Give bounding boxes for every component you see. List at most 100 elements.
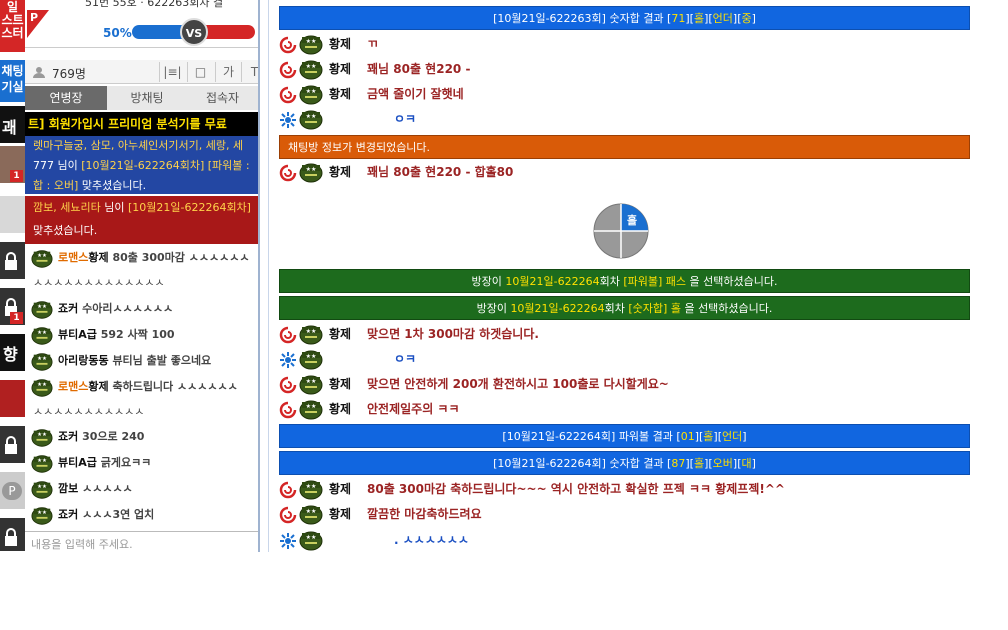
soldier-avatar-icon[interactable]: ★★ <box>31 427 53 447</box>
chat-message: ★★ 황제 깔끔한 마감축하드려요 <box>279 502 969 526</box>
red-rank-icon <box>279 376 297 394</box>
room-thumb[interactable]: 괘 <box>0 106 25 144</box>
message-nick[interactable]: 황제 <box>329 325 351 342</box>
p-flag: P <box>27 10 49 38</box>
bar-value: [파워볼] 패스 <box>623 275 687 288</box>
message-nick[interactable]: 뷰티A급 592 사짝 100 <box>58 322 175 348</box>
left-chat-message: ★★ 뷰티A급 592 사짝 100 <box>25 322 258 348</box>
soldier-avatar-icon[interactable]: ★★ <box>31 325 53 345</box>
message-text: ㅅㅅㅅㅅㅅㅅㅅㅅㅅㅅㅅㅅㅅ <box>33 276 165 289</box>
svg-text:★★: ★★ <box>306 483 317 490</box>
vs-bar: 51번 55호 · 622263회차 결 P 50% VS <box>25 0 258 48</box>
message-nick[interactable]: 황제 <box>329 400 351 417</box>
soldier-avatar-icon[interactable]: ★★ <box>299 478 323 500</box>
chat-message: ★★ 황제 ㄲ <box>279 32 969 56</box>
message-text: ㅅㅅㅅㅅㅅ <box>78 482 133 495</box>
thumb-glyph: P <box>2 482 22 500</box>
bar-value: 홀 <box>703 430 714 443</box>
left-chat-message: ★★ 로맨스황제 축하드립니다 ㅅㅅㅅㅅㅅㅅ <box>25 374 258 400</box>
soldier-avatar-icon[interactable]: ★★ <box>299 33 323 55</box>
host-select-bar-powerball: 방장이 10월21일-622264회차 [파워볼] 패스 을 선택하셨습니다. <box>279 269 970 293</box>
soldier-avatar-icon[interactable]: ★★ <box>299 373 323 395</box>
left-chat-message: ★★ 죠커 ㅅㅅㅅ3연 업치 <box>25 502 258 528</box>
vs-percent: 50% <box>103 26 132 40</box>
message-nick[interactable]: 황제 <box>329 505 351 522</box>
soldier-avatar-icon[interactable]: ★★ <box>299 83 323 105</box>
message-nick[interactable]: 죠커 30으로 240 <box>58 424 144 450</box>
text-tool-button[interactable]: T <box>241 62 258 82</box>
soldier-avatar-icon[interactable]: ★★ <box>31 505 53 525</box>
room-thumb[interactable]: 향 <box>0 334 25 372</box>
message-nick[interactable]: 아리랑동동 뷰티님 출발 좋으네요 <box>58 348 211 374</box>
message-nick[interactable]: 죠커 ㅅㅅㅅ3연 업치 <box>58 502 154 528</box>
room-thumb[interactable]: 1 <box>0 146 25 184</box>
soldier-avatar-icon[interactable]: ★★ <box>299 58 323 80</box>
message-nick[interactable]: 로맨스황제 80출 300마감 ㅅㅅㅅㅅㅅㅅ <box>58 245 249 271</box>
message-nick[interactable]: 황제 <box>329 375 351 392</box>
soldier-avatar-icon[interactable]: ★★ <box>299 348 323 370</box>
message-nick[interactable]: 황제 <box>329 163 351 180</box>
winners-round: [10월21일-622264회차] [파워볼 : <box>81 159 250 172</box>
message-nick[interactable]: 황제 <box>329 85 351 102</box>
tab-barracks[interactable]: 연병장 <box>25 86 107 110</box>
message-text: . ㅅㅅㅅㅅㅅㅅ <box>394 533 469 547</box>
left-chat-message: ★★ 깜보 ㅅㅅㅅㅅㅅ <box>25 476 258 502</box>
soldier-avatar-icon[interactable]: ★★ <box>31 299 53 319</box>
room-thumb[interactable] <box>0 426 25 464</box>
room-thumb[interactable] <box>0 518 25 552</box>
chat-input[interactable]: 내용을 입력해 주세요. <box>25 531 258 552</box>
message-nick[interactable]: 로맨스황제 축하드립니다 ㅅㅅㅅㅅㅅㅅ <box>58 374 238 400</box>
strip-chat-label[interactable]: 채팅 기실 <box>0 60 25 102</box>
room-thumb[interactable] <box>0 380 25 418</box>
room-thumb[interactable]: 1 <box>0 288 25 326</box>
message-text: 안전제일주의 ㅋㅋ <box>367 402 460 416</box>
list-tool-button[interactable]: |≡|○ <box>159 62 185 99</box>
soldier-avatar-icon[interactable]: ★★ <box>31 479 53 499</box>
tab-users[interactable]: 접속자 <box>187 86 258 110</box>
soldier-avatar-icon[interactable]: ★★ <box>299 529 323 551</box>
thumb-badge: 1 <box>10 312 23 324</box>
message-text: 축하드립니다 ㅅㅅㅅㅅㅅㅅ <box>108 380 238 393</box>
message-nick[interactable]: 황제 <box>329 480 351 497</box>
soldier-avatar-icon[interactable]: ★★ <box>299 323 323 345</box>
chat-message: ★★ 황제 80출 300마감 축하드립니다~~~ 역시 안전하고 확실한 프젝 ㅋ… <box>279 477 969 501</box>
bar-text: ][ <box>685 457 694 470</box>
message-nick[interactable]: 뷰티A급 긁게요ㅋㅋ <box>58 450 151 476</box>
bar-text: ][ <box>732 12 742 25</box>
soldier-avatar-icon[interactable]: ★★ <box>299 108 323 130</box>
soldier-avatar-icon[interactable]: ★★ <box>31 453 53 473</box>
result-pie-icon: 홀 <box>593 203 649 259</box>
strip-top-label[interactable]: 일 스트 스터 <box>0 0 25 52</box>
room-thumb[interactable]: P <box>0 472 25 510</box>
message-text: 뷰티님 출발 좋으네요 <box>108 354 212 367</box>
winners-result: 합 : 오버] <box>33 179 79 192</box>
soldier-avatar-icon[interactable]: ★★ <box>31 351 53 371</box>
soldier-avatar-icon[interactable]: ★★ <box>299 398 323 420</box>
soldier-avatar-icon[interactable]: ★★ <box>31 248 53 268</box>
window-tool-button[interactable]: □ <box>187 62 213 82</box>
room-thumb[interactable] <box>0 242 25 280</box>
message-nick[interactable]: 황제 <box>329 60 351 77</box>
chat-message: ★★ 황제 꽤님 80출 현220 - <box>279 57 969 81</box>
result-bar-numbersum-264: [10월21일-622264회] 숫자합 결과 [87][홀][오버][대] <box>279 451 970 475</box>
message-text: ㄲ <box>367 37 379 51</box>
message-text: 592 사짝 100 <box>96 328 175 341</box>
message-text: ㅅㅅㅅ3연 업치 <box>78 508 155 521</box>
tab-room-chat[interactable]: 방채팅 <box>107 86 187 110</box>
message-nick[interactable]: 황제 <box>329 35 351 52</box>
chat-message: ★★ 황제 맞으면 1차 300마감 하겟습니다. <box>279 322 969 346</box>
font-tool-button[interactable]: 가 <box>215 62 241 82</box>
bar-text: 을 선택하셨습니다. <box>686 275 778 288</box>
message-nick[interactable]: 죠커 수아리ㅅㅅㅅㅅㅅㅅ <box>58 296 173 322</box>
chat-message: ★★ 황제 꽤님 80출 현220 - 합홀80 <box>279 160 969 184</box>
soldier-avatar-icon[interactable]: ★★ <box>299 161 323 183</box>
red-rank-icon <box>279 61 297 79</box>
winners-line: 맞추셨습니다. <box>33 224 98 237</box>
strip-top-text: 일 스트 스터 <box>1 0 24 40</box>
panel-divider[interactable] <box>258 0 260 552</box>
soldier-avatar-icon[interactable]: ★★ <box>31 377 53 397</box>
soldier-avatar-icon[interactable]: ★★ <box>299 503 323 525</box>
message-nick[interactable]: 깜보 ㅅㅅㅅㅅㅅ <box>58 476 133 502</box>
svg-text:★★: ★★ <box>306 508 317 515</box>
room-thumb[interactable] <box>0 196 25 234</box>
